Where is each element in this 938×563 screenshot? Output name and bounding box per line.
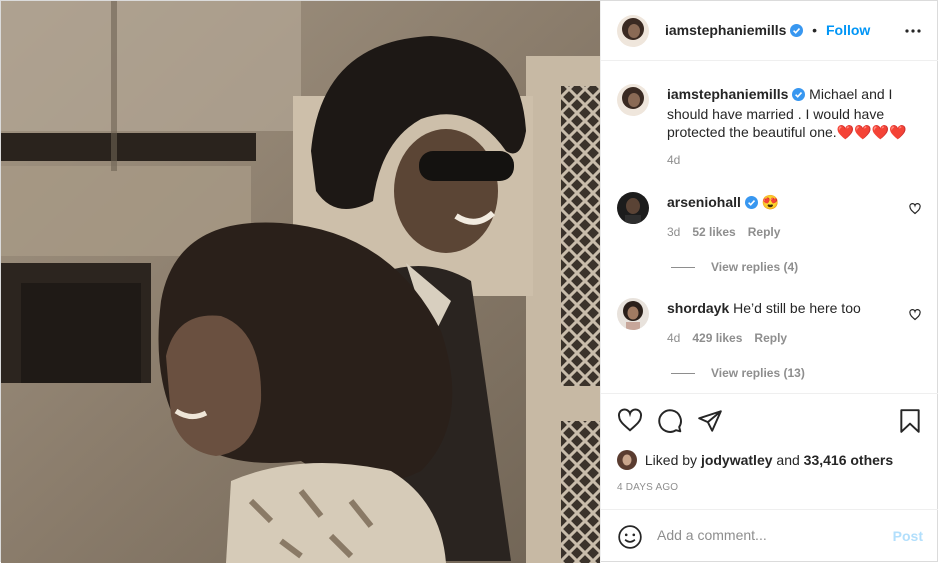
verified-badge-icon [790, 23, 804, 41]
liker-avatar[interactable] [617, 450, 637, 470]
add-comment-input[interactable] [657, 527, 877, 543]
like-heart-icon[interactable] [617, 408, 643, 437]
caption-avatar[interactable] [617, 84, 649, 116]
caption: iamstephaniemills Michael and I should h… [667, 85, 917, 141]
comment-meta: 3d 52 likes Reply [667, 225, 780, 239]
reply-button[interactable]: Reply [748, 225, 781, 239]
caption-age[interactable]: 4d [667, 153, 680, 167]
comment-text: 😍 [761, 194, 780, 210]
view-replies-label: View replies (4) [711, 260, 799, 274]
reply-button[interactable]: Reply [754, 331, 787, 345]
liked-by-others[interactable]: 33,416 others [804, 452, 894, 468]
replies-divider-line [671, 267, 695, 269]
caption-emoji: ❤️❤️❤️❤️ [836, 124, 907, 140]
liked-by-user[interactable]: jodywatley [701, 452, 773, 468]
instagram-post: iamstephaniemills • Follow iamstephaniem… [0, 0, 938, 563]
verified-badge-icon [792, 87, 806, 105]
like-comment-heart-icon[interactable] [909, 308, 921, 324]
more-options-icon[interactable] [905, 19, 921, 46]
share-paper-plane-icon[interactable] [697, 408, 723, 437]
comment-text: He’d still be here too [733, 300, 861, 316]
like-comment-heart-icon[interactable] [909, 202, 921, 218]
comment-username[interactable]: arseniohall [667, 194, 741, 210]
liked-by-row: Liked by jodywatley and 33,416 others [617, 450, 893, 470]
post-actions: Liked by jodywatley and 33,416 others 4 … [601, 393, 938, 509]
post-sidebar: iamstephaniemills • Follow iamstephaniem… [600, 1, 938, 563]
comment-bubble-icon[interactable] [657, 408, 683, 437]
save-bookmark-icon[interactable] [897, 408, 923, 437]
photo-illustration [1, 1, 600, 563]
author-avatar-image [617, 15, 649, 47]
post-photo[interactable] [1, 1, 600, 563]
comment-avatar-image [617, 192, 649, 224]
comment-row: shordayk He’d still be here too [667, 299, 861, 317]
author-avatar[interactable] [617, 15, 649, 47]
follow-button[interactable]: Follow [826, 22, 870, 38]
comment-age[interactable]: 4d [667, 331, 680, 345]
view-replies-label: View replies (13) [711, 366, 805, 380]
comment-row: arseniohall 😍 [667, 193, 779, 213]
liked-by-joiner: and [776, 452, 800, 468]
caption-avatar-image [617, 84, 649, 116]
author-username[interactable]: iamstephaniemills [665, 22, 786, 38]
view-replies-button[interactable]: View replies (4) [671, 260, 798, 274]
comment-avatar-image [617, 298, 649, 330]
comment-meta: 4d 429 likes Reply [667, 331, 787, 345]
comment-avatar[interactable] [617, 192, 649, 224]
comment-likes[interactable]: 429 likes [692, 331, 742, 345]
comment-likes[interactable]: 52 likes [692, 225, 735, 239]
comments-section: iamstephaniemills Michael and I should h… [601, 62, 938, 392]
view-replies-button[interactable]: View replies (13) [671, 366, 805, 380]
liked-by-prefix: Liked by [644, 452, 698, 468]
replies-divider-line [671, 373, 695, 375]
post-comment-button[interactable]: Post [893, 528, 923, 544]
header-title-row: iamstephaniemills • Follow [665, 21, 870, 41]
caption-username[interactable]: iamstephaniemills [667, 86, 788, 102]
post-date[interactable]: 4 DAYS AGO [617, 482, 678, 493]
comment-username[interactable]: shordayk [667, 300, 729, 316]
comment-age[interactable]: 3d [667, 225, 680, 239]
verified-badge-icon [744, 195, 758, 213]
separator-dot: • [812, 22, 818, 38]
add-comment-bar: Post [601, 509, 938, 563]
comment-avatar[interactable] [617, 298, 649, 330]
post-header: iamstephaniemills • Follow [601, 1, 938, 61]
liker-avatar-image [617, 450, 637, 470]
emoji-smiley-icon[interactable] [617, 524, 643, 553]
